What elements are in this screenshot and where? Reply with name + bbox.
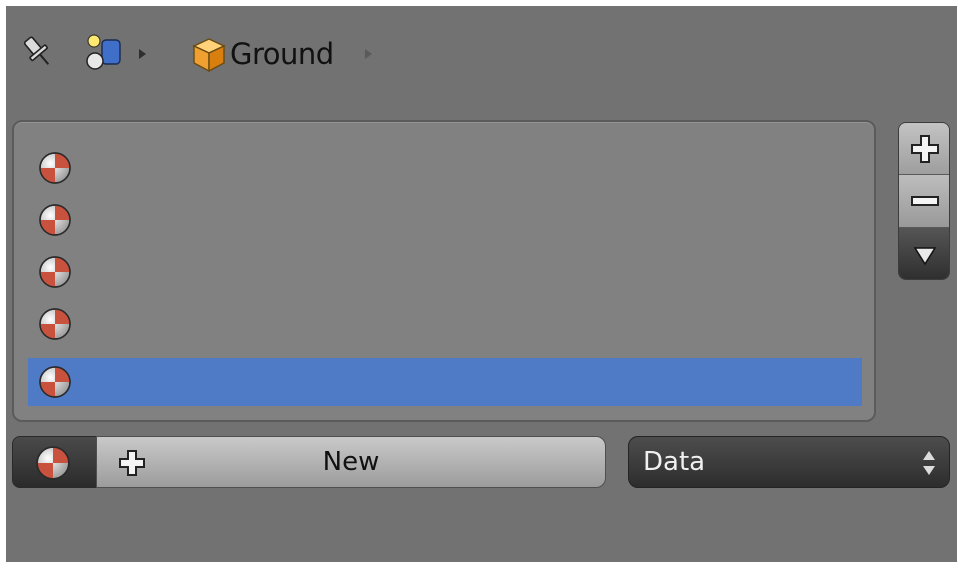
pin-icon[interactable]	[18, 32, 58, 72]
list-item[interactable]	[28, 196, 862, 244]
material-icon	[39, 152, 71, 184]
scene-context-icon[interactable]	[82, 30, 126, 74]
remove-slot-button[interactable]	[899, 175, 949, 228]
dropdown-triangle-icon	[913, 247, 937, 266]
link-dropdown[interactable]: Data	[628, 436, 950, 488]
material-properties-panel: Ground New Data	[6, 6, 957, 562]
list-item-selected[interactable]	[28, 358, 862, 406]
object-name-label: Ground	[230, 37, 334, 71]
arrow-right-icon	[139, 49, 146, 59]
material-icon	[39, 308, 71, 340]
material-icon	[39, 366, 71, 398]
material-browse-button[interactable]	[12, 436, 102, 488]
up-down-arrows-icon	[923, 451, 935, 475]
slot-controls	[898, 122, 950, 280]
list-item[interactable]	[28, 300, 862, 348]
plus-icon	[911, 135, 939, 163]
object-cube-icon	[192, 38, 226, 73]
link-dropdown-value: Data	[643, 447, 706, 477]
context-header: Ground	[6, 6, 957, 102]
minus-icon	[911, 196, 939, 206]
material-icon	[39, 204, 71, 236]
material-icon	[36, 446, 70, 480]
list-item[interactable]	[28, 248, 862, 296]
material-icon	[39, 256, 71, 288]
arrow-right-icon	[365, 49, 372, 59]
new-button-label: New	[322, 447, 380, 477]
material-slot-list[interactable]	[12, 120, 876, 422]
slot-specials-menu-button[interactable]	[899, 228, 949, 279]
list-item[interactable]	[28, 144, 862, 192]
new-material-button[interactable]: New	[96, 436, 606, 488]
add-slot-button[interactable]	[899, 123, 949, 175]
